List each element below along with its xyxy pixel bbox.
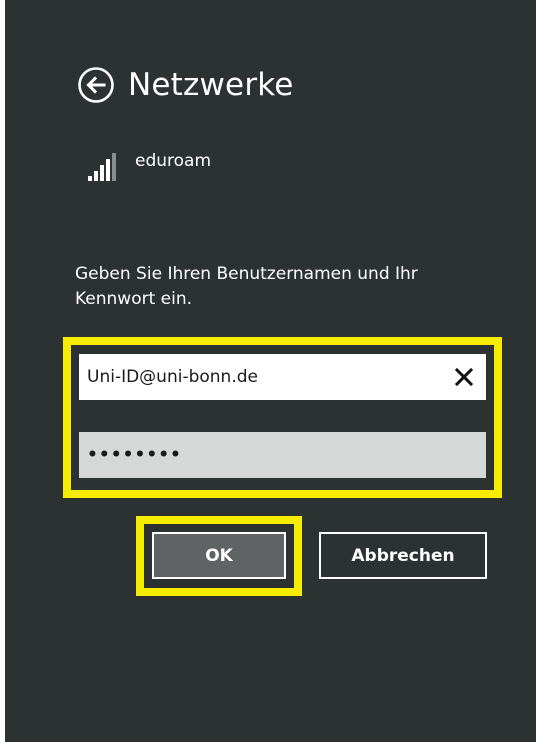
network-ssid: eduroam [135, 151, 212, 171]
header: Netzwerke [76, 60, 294, 110]
password-input[interactable]: •••••••• [79, 445, 182, 465]
close-icon [454, 367, 474, 387]
clear-username-button[interactable] [452, 364, 476, 390]
credentials-prompt: Geben Sie Ihren Benutzernamen und Ihr Ke… [75, 264, 418, 309]
username-input[interactable] [79, 354, 439, 400]
network-item: eduroam [85, 149, 211, 183]
cancel-button[interactable]: Abbrechen [319, 532, 487, 579]
wifi-signal-icon [88, 153, 116, 181]
back-button[interactable] [76, 65, 116, 105]
username-field[interactable] [79, 354, 486, 400]
password-field[interactable]: •••••••• [79, 432, 486, 478]
back-arrow-circle-icon [78, 67, 114, 103]
page-title: Netzwerke [128, 67, 294, 103]
ok-button[interactable]: OK [152, 532, 286, 579]
network-credentials-panel: Netzwerke eduroam Geben Sie Ihren Benutz… [5, 0, 536, 742]
